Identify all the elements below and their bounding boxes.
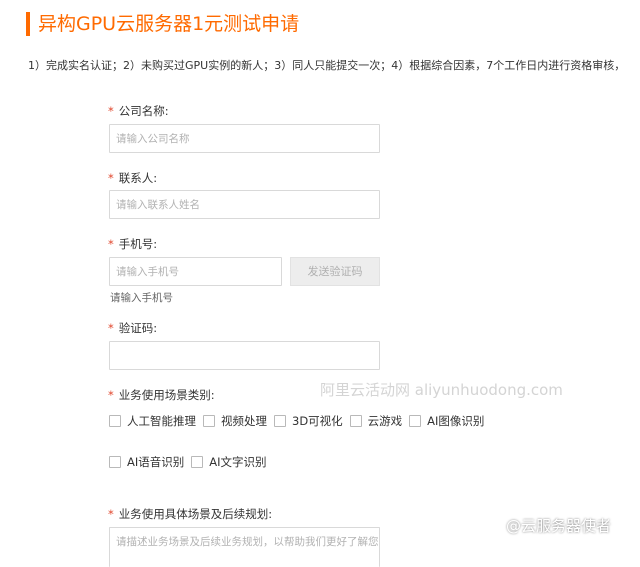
checkbox-box[interactable] (109, 456, 121, 468)
site-watermark: 阿里云活动网 aliyunhuodong.com (320, 381, 563, 399)
company-name-input[interactable]: 请输入公司名称 (109, 124, 380, 153)
page-title: 异构GPU云服务器1元测试申请 (26, 12, 299, 36)
scene-options-row-1: 人工智能推理 视频处理 3D可视化 云游戏 AI图像识别 (109, 413, 491, 429)
code-label-text: 验证码: (118, 321, 158, 335)
checkbox-box[interactable] (203, 415, 215, 427)
phone-validation-hint: 请输入手机号 (110, 292, 173, 304)
checkbox-ai-speech-recognition[interactable]: AI语音识别 (109, 454, 184, 470)
scene-detail-textarea[interactable]: 请描述业务场景及后续业务规划，以帮助我们更好了解您的 (109, 527, 380, 567)
contact-label: * 联系人: (108, 170, 157, 186)
phone-input[interactable]: 请输入手机号 (109, 257, 282, 286)
checkbox-box[interactable] (349, 415, 362, 427)
company-name-label: * 公司名称: (108, 103, 169, 119)
checkbox-label: AI图像识别 (427, 414, 485, 428)
scene-detail-label: * 业务使用具体场景及后续规划: (108, 506, 272, 522)
send-code-button[interactable]: 发送验证码 (290, 257, 380, 286)
author-watermark-text: @云服务器使者 (506, 516, 612, 535)
scene-options-row-2: AI语音识别 AI文字识别 (109, 454, 274, 470)
scene-category-label-text: 业务使用场景类别: (118, 388, 215, 402)
author-logo-icon (483, 516, 501, 534)
checkbox-video-processing[interactable]: 视频处理 (203, 413, 267, 429)
checkbox-label: AI语音识别 (127, 455, 185, 469)
scene-category-label: * 业务使用场景类别: (108, 387, 215, 403)
required-mark: * (108, 104, 114, 118)
checkbox-label: 视频处理 (221, 414, 267, 428)
required-mark: * (108, 237, 114, 251)
checkbox-label: 人工智能推理 (127, 414, 196, 428)
phone-placeholder: 请输入手机号 (116, 266, 179, 278)
contact-name-input[interactable]: 请输入联系人姓名 (109, 190, 380, 219)
required-mark: * (108, 321, 114, 335)
checkbox-box[interactable] (109, 415, 121, 427)
checkbox-box[interactable] (274, 415, 286, 427)
checkbox-ai-inference[interactable]: 人工智能推理 (109, 413, 196, 429)
checkbox-box[interactable] (191, 456, 204, 468)
required-mark: * (108, 388, 114, 402)
checkbox-ai-image-recognition[interactable]: AI图像识别 (409, 413, 484, 429)
contact-name-placeholder: 请输入联系人姓名 (116, 199, 200, 211)
checkbox-label: 云游戏 (367, 414, 403, 428)
scene-detail-label-text: 业务使用具体场景及后续规划: (118, 507, 273, 521)
verification-code-input[interactable] (109, 341, 380, 370)
checkbox-label: AI文字识别 (209, 455, 267, 469)
contact-label-text: 联系人: (118, 171, 158, 185)
scene-detail-placeholder: 请描述业务场景及后续业务规划，以帮助我们更好了解您的 (116, 536, 380, 548)
phone-label: * 手机号: (108, 236, 157, 252)
company-name-placeholder: 请输入公司名称 (116, 133, 190, 145)
author-watermark: @云服务器使者 (482, 514, 611, 536)
company-name-label-text: 公司名称: (118, 104, 169, 118)
checkbox-label: 3D可视化 (292, 414, 343, 428)
required-mark: * (108, 171, 114, 185)
checkbox-3d-visualization[interactable]: 3D可视化 (274, 413, 343, 429)
checkbox-ai-text-recognition[interactable]: AI文字识别 (191, 454, 267, 470)
checkbox-cloud-gaming[interactable]: 云游戏 (349, 413, 403, 429)
phone-label-text: 手机号: (118, 237, 158, 251)
code-label: * 验证码: (108, 320, 157, 336)
eligibility-notice: 1）完成实名认证；2）未购买过GPU实例的新人；3）同人只能提交一次；4）根据综… (28, 59, 626, 72)
required-mark: * (108, 507, 114, 521)
checkbox-box[interactable] (409, 415, 422, 427)
